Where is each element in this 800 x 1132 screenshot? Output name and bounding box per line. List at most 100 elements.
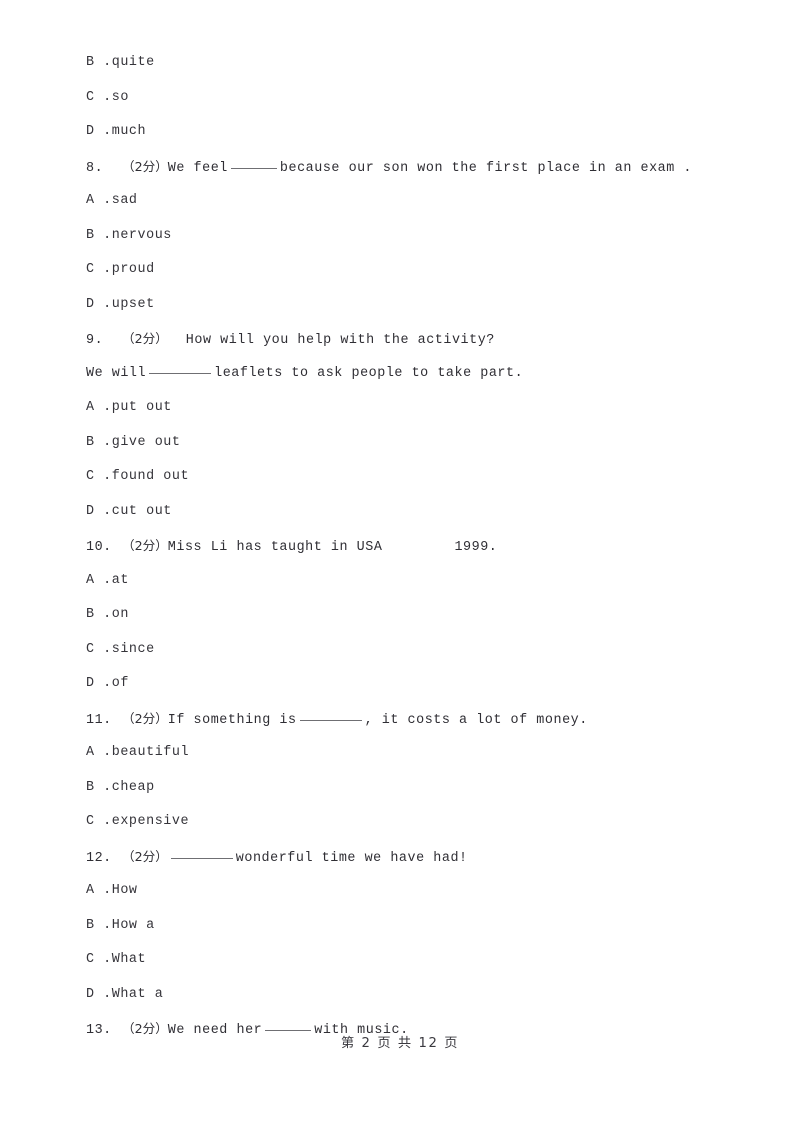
- option-letter: C .: [86, 469, 112, 484]
- page-footer: 第 2 页 共 12 页: [0, 1032, 800, 1051]
- option-row[interactable]: B .nervous: [86, 219, 746, 254]
- option-letter: C .: [86, 262, 112, 277]
- option-text: put out: [111, 400, 172, 415]
- question-stem-10: 10. （2分）Miss Li has taught in USA 1999.: [86, 529, 746, 564]
- stem-text-after: wonderful time we have had!: [235, 850, 468, 866]
- option-row[interactable]: D .of: [86, 667, 746, 702]
- option-text: since: [111, 641, 155, 657]
- option-text: of: [111, 676, 129, 691]
- option-text: upset: [111, 296, 155, 312]
- option-row[interactable]: C .proud: [86, 253, 746, 288]
- question-number: 8.: [86, 160, 104, 176]
- footer-text: 第 2 页 共 12 页: [340, 1036, 460, 1051]
- question-stem-9: 9. （2分） How will you help with the activit…: [86, 322, 746, 357]
- option-letter: D .: [86, 124, 112, 139]
- question-marks: （2分）: [122, 158, 168, 174]
- stem-text-after: because our son won the first place in a…: [279, 160, 693, 176]
- stem-text-after: 1999.: [454, 540, 498, 555]
- option-text: expensive: [111, 814, 190, 829]
- stem-text-before: We feel: [167, 160, 228, 176]
- option-text: What: [111, 952, 147, 967]
- option-letter: B .: [86, 779, 112, 795]
- option-row[interactable]: C .since: [86, 633, 746, 668]
- option-row[interactable]: A .sad: [86, 184, 746, 219]
- option-text: What a: [111, 986, 164, 1002]
- option-text: How a: [111, 917, 155, 933]
- option-text: at: [111, 572, 129, 588]
- option-letter: D .: [86, 676, 112, 691]
- question-stem-11: 11. （2分）If something is , it costs a lot o…: [86, 702, 746, 737]
- option-letter: C .: [86, 952, 112, 967]
- stem-text-line2-before: We will: [86, 365, 147, 381]
- option-text: beautiful: [111, 745, 190, 760]
- option-letter: B .: [86, 55, 112, 70]
- option-row[interactable]: A .How: [86, 874, 746, 909]
- question-marks: （2分）: [122, 848, 168, 864]
- option-row[interactable]: D .What a: [86, 978, 746, 1013]
- option-row[interactable]: B .quite: [86, 46, 746, 81]
- option-letter: C .: [86, 814, 112, 829]
- stem-text-before: If something is: [167, 712, 297, 728]
- answer-blank[interactable]: [170, 847, 233, 859]
- option-text: on: [111, 607, 129, 622]
- option-letter: A .: [86, 745, 112, 760]
- option-letter: A .: [86, 883, 112, 898]
- option-row[interactable]: A .put out: [86, 391, 746, 426]
- question-number: 10.: [86, 540, 112, 555]
- option-row[interactable]: B .How a: [86, 909, 746, 944]
- answer-blank[interactable]: [149, 362, 212, 374]
- option-row[interactable]: C .so: [86, 81, 746, 116]
- option-row[interactable]: B .cheap: [86, 771, 746, 806]
- option-text: found out: [111, 469, 190, 484]
- option-letter: B .: [86, 607, 112, 622]
- option-text: cheap: [111, 779, 155, 795]
- option-text: nervous: [111, 227, 172, 243]
- question-number: 9.: [86, 333, 104, 348]
- exam-page: B .quite C .so D .much 8. （2分）We feel beca…: [0, 0, 800, 1132]
- answer-blank[interactable]: [230, 157, 277, 169]
- option-row[interactable]: D .cut out: [86, 495, 746, 530]
- answer-blank[interactable]: [265, 1019, 312, 1031]
- option-text: sad: [111, 193, 138, 208]
- option-letter: A .: [86, 572, 112, 588]
- option-text: much: [111, 124, 147, 139]
- question-marks: （2分）: [122, 710, 168, 726]
- option-letter: D .: [86, 986, 112, 1002]
- option-text: cut out: [111, 503, 172, 519]
- question-stem-8: 8. （2分）We feel because our son won the fir…: [86, 150, 746, 185]
- option-letter: A .: [86, 400, 112, 415]
- option-letter: A .: [86, 193, 112, 208]
- option-letter: D .: [86, 296, 112, 312]
- option-row[interactable]: C .What: [86, 943, 746, 978]
- option-row[interactable]: A .beautiful: [86, 736, 746, 771]
- question-marks: （2分）: [122, 538, 168, 553]
- option-row[interactable]: B .give out: [86, 426, 746, 461]
- option-letter: B .: [86, 227, 112, 243]
- option-letter: B .: [86, 917, 112, 933]
- option-letter: B .: [86, 434, 112, 450]
- question-marks: （2分）: [122, 331, 168, 346]
- option-letter: C .: [86, 641, 112, 657]
- option-row[interactable]: D .much: [86, 115, 746, 150]
- option-row[interactable]: B .on: [86, 598, 746, 633]
- option-text: give out: [111, 434, 181, 450]
- question-stem-12: 12. （2分） wonderful time we have had!: [86, 840, 746, 875]
- question-number: 12.: [86, 850, 112, 866]
- option-letter: D .: [86, 503, 112, 519]
- question-stem-9-line2: We will leaflets to ask people to take pa…: [86, 357, 746, 392]
- stem-text-before: Miss Li has taught in USA: [167, 540, 383, 555]
- question-number: 11.: [86, 712, 112, 728]
- option-letter: C .: [86, 89, 112, 105]
- question-list: B .quite C .so D .much 8. （2分）We feel beca…: [86, 46, 746, 1047]
- option-text: proud: [111, 262, 155, 277]
- answer-blank[interactable]: [299, 709, 362, 721]
- option-text: quite: [111, 55, 155, 70]
- option-text: so: [111, 89, 129, 105]
- option-text: How: [111, 883, 138, 898]
- stem-text-after: , it costs a lot of money.: [364, 712, 588, 728]
- option-row[interactable]: D .upset: [86, 288, 746, 323]
- option-row[interactable]: C .found out: [86, 460, 746, 495]
- option-row[interactable]: C .expensive: [86, 805, 746, 840]
- option-row[interactable]: A .at: [86, 564, 746, 599]
- stem-text-line2-after: leaflets to ask people to take part.: [214, 365, 524, 381]
